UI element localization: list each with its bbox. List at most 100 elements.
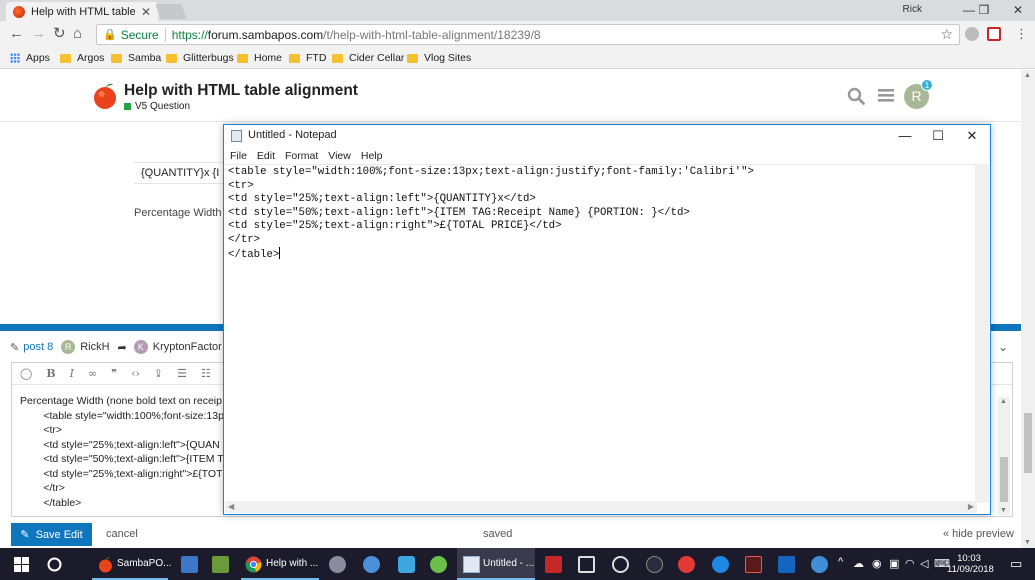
taskbar-label-chrome[interactable]: Help with ... xyxy=(266,558,318,569)
author-name[interactable]: RickH xyxy=(80,341,109,353)
pocket-extension-icon[interactable] xyxy=(987,27,1001,41)
browser-profile-name[interactable]: Rick xyxy=(903,4,922,15)
sambapos-logo-icon[interactable] xyxy=(92,81,118,109)
speech-bubble-icon[interactable]: ◯ xyxy=(20,367,32,380)
scrollbar-thumb[interactable] xyxy=(1024,413,1032,473)
taskbar-label-sambapos[interactable]: SambaPO... xyxy=(117,558,171,569)
close-window-icon[interactable]: ✕ xyxy=(1003,1,1033,19)
notepad-minimize-icon[interactable]: — xyxy=(888,126,922,146)
cancel-link[interactable]: cancel xyxy=(106,528,138,540)
scroll-down-arrow-icon[interactable]: ▼ xyxy=(1000,507,1007,514)
cortana-search-icon[interactable] xyxy=(46,556,63,573)
scrollbar-thumb[interactable] xyxy=(1000,457,1008,502)
save-edit-button[interactable]: ✎ Save Edit xyxy=(11,523,92,546)
bookmark-samba[interactable]: Samba xyxy=(111,52,161,64)
bold-icon[interactable]: B xyxy=(46,367,55,380)
page-scrollbar[interactable]: ▲ ▼ xyxy=(1021,70,1035,548)
bookmark-glitterbugs[interactable]: Glitterbugs xyxy=(166,52,234,64)
youtube-taskbar-icon[interactable] xyxy=(545,556,562,573)
hamburger-menu-icon[interactable] xyxy=(878,88,894,103)
bookmark-ftd[interactable]: FTD xyxy=(289,52,326,64)
new-tab-button[interactable] xyxy=(155,4,187,19)
reply-to-name[interactable]: KryptonFactor xyxy=(153,341,222,353)
wifi-icon[interactable]: ◠ xyxy=(905,557,915,570)
browser-tab-active[interactable]: Help with HTML table alig ✕ xyxy=(6,2,158,21)
show-hidden-icons-chevron-icon[interactable]: ^ xyxy=(838,556,843,568)
search-icon[interactable] xyxy=(847,87,865,105)
menu-format[interactable]: Format xyxy=(285,150,318,162)
app-taskbar-icon[interactable] xyxy=(329,556,346,573)
scroll-right-arrow-icon[interactable]: ▶ xyxy=(968,501,974,513)
restore-window-icon[interactable]: ❐ xyxy=(969,1,999,19)
windows-start-icon[interactable] xyxy=(13,556,30,573)
quote-icon[interactable]: ❞ xyxy=(111,367,117,380)
scroll-up-arrow-icon[interactable]: ▲ xyxy=(1024,72,1031,79)
upload-icon[interactable]: ⇪ xyxy=(154,367,163,380)
topic-category[interactable]: V5 Question xyxy=(124,101,190,112)
chrome-taskbar-icon[interactable] xyxy=(245,556,262,573)
menu-edit[interactable]: Edit xyxy=(257,150,275,162)
bookmark-apps[interactable]: Apps xyxy=(10,52,50,64)
italic-icon[interactable]: I xyxy=(70,367,74,380)
outlook-taskbar-icon[interactable] xyxy=(778,556,795,573)
reload-icon[interactable]: ↻ xyxy=(53,25,66,43)
hide-preview-link[interactable]: « hide preview xyxy=(943,528,1014,540)
app-taskbar-icon[interactable] xyxy=(181,556,198,573)
tray-app-icon[interactable]: ▣ xyxy=(889,557,899,570)
bookmark-label: Vlog Sites xyxy=(424,52,472,64)
app-taskbar-icon[interactable] xyxy=(678,556,695,573)
editor-content[interactable]: Percentage Width (none bold text on rece… xyxy=(20,394,224,510)
bookmark-star-icon[interactable]: ☆ xyxy=(940,26,953,43)
notepad-horizontal-scrollbar[interactable]: ◀ ▶ xyxy=(225,501,977,513)
app-taskbar-icon[interactable] xyxy=(745,556,762,573)
menu-view[interactable]: View xyxy=(328,150,351,162)
address-bar[interactable]: 🔒 Secure https:// forum.sambapos.com /t/… xyxy=(96,24,960,45)
bookmark-argos[interactable]: Argos xyxy=(60,52,104,64)
extension-icon[interactable] xyxy=(965,27,979,41)
teamviewer-taskbar-icon[interactable] xyxy=(712,556,729,573)
forward-arrow-icon[interactable]: → xyxy=(31,25,46,43)
bookmark-home[interactable]: Home xyxy=(237,52,282,64)
app-taskbar-icon[interactable] xyxy=(646,556,663,573)
forum-header: Help with HTML table alignment V5 Questi… xyxy=(0,70,1021,122)
topic-title[interactable]: Help with HTML table alignment xyxy=(124,82,358,100)
menu-help[interactable]: Help xyxy=(361,150,383,162)
app-taskbar-icon[interactable] xyxy=(363,556,380,573)
volume-icon[interactable]: ◁ xyxy=(920,557,928,570)
help-taskbar-icon[interactable] xyxy=(811,556,828,573)
action-center-icon[interactable]: ▭ xyxy=(1010,556,1022,572)
menu-file[interactable]: File xyxy=(230,150,247,162)
link-icon[interactable]: ∞ xyxy=(88,367,97,380)
numbered-list-icon[interactable]: ☷ xyxy=(201,367,211,380)
back-arrow-icon[interactable]: ← xyxy=(9,25,24,43)
notepad-vertical-scrollbar[interactable] xyxy=(975,164,989,503)
collapse-composer-chevron-icon[interactable]: ⌄ xyxy=(998,340,1008,354)
sambapos-taskbar-icon[interactable] xyxy=(97,556,114,573)
bookmark-cider-cellar[interactable]: Cider Cellar xyxy=(332,52,404,64)
app-taskbar-icon[interactable] xyxy=(212,556,229,573)
code-icon[interactable]: ‹› xyxy=(131,367,140,380)
notepad-maximize-icon[interactable]: ☐ xyxy=(921,126,955,146)
editor-scrollbar[interactable]: ▲ ▼ xyxy=(998,397,1010,515)
notification-badge[interactable]: 1 xyxy=(921,79,933,91)
onedrive-cloud-icon[interactable]: ☁ xyxy=(853,557,864,570)
chrome-menu-icon[interactable]: ⋮ xyxy=(1015,25,1028,43)
calculator-taskbar-icon[interactable] xyxy=(578,556,595,573)
taskbar-item-notepad[interactable]: Untitled - ... xyxy=(457,548,535,580)
taskbar-clock[interactable]: 10:03 11/09/2018 xyxy=(947,553,994,575)
bookmark-vlog-sites[interactable]: Vlog Sites xyxy=(407,52,471,64)
app-taskbar-icon[interactable] xyxy=(398,556,415,573)
notepad-title-bar[interactable]: Untitled - Notepad — ☐ ✕ xyxy=(224,125,990,147)
notepad-text-area[interactable]: <table style="width:100%;font-size:13px;… xyxy=(225,164,977,503)
scroll-up-arrow-icon[interactable]: ▲ xyxy=(1000,398,1007,405)
scroll-down-arrow-icon[interactable]: ▼ xyxy=(1024,539,1031,546)
notepad-close-icon[interactable]: ✕ xyxy=(955,126,989,146)
app-taskbar-icon[interactable] xyxy=(430,556,447,573)
home-icon[interactable]: ⌂ xyxy=(73,25,82,43)
tray-app-icon[interactable]: ◉ xyxy=(872,557,882,570)
app-taskbar-icon[interactable] xyxy=(612,556,629,573)
post-link[interactable]: post 8 xyxy=(23,341,53,353)
bullet-list-icon[interactable]: ☰ xyxy=(177,367,187,380)
tab-close-icon[interactable]: ✕ xyxy=(141,5,151,19)
scroll-left-arrow-icon[interactable]: ◀ xyxy=(228,501,234,513)
